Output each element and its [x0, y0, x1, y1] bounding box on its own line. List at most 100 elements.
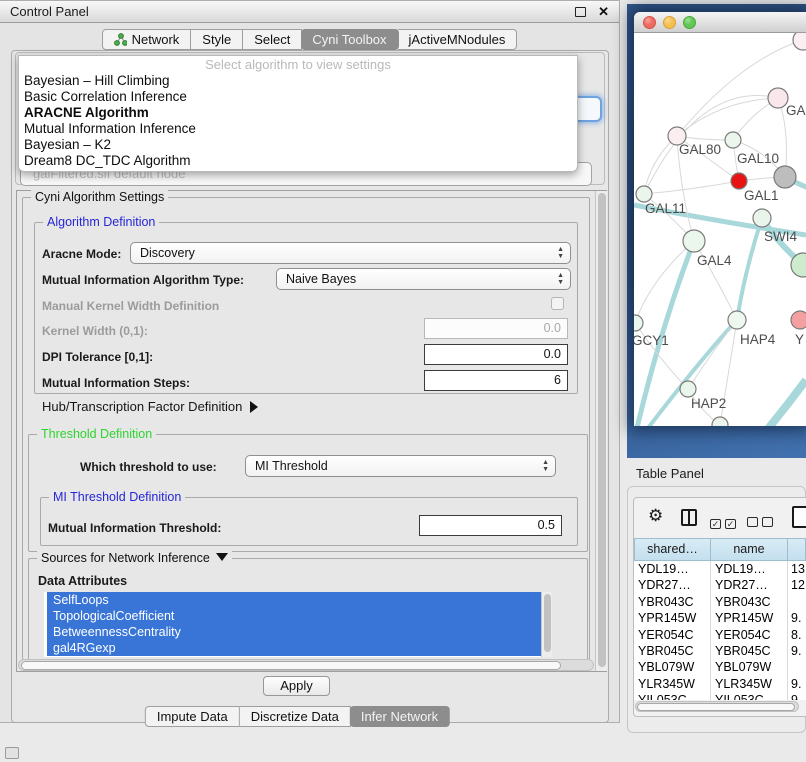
- network-edge[interactable]: [737, 218, 762, 320]
- tab-select[interactable]: Select: [243, 29, 302, 50]
- table-row[interactable]: YDR27…YDR27…12: [634, 577, 806, 593]
- table-row[interactable]: YBR045CYBR045C9.: [634, 643, 806, 659]
- control-panel-tabbar: NetworkStyleSelectCyni Toolbox jActiveMNo…: [102, 29, 518, 50]
- table-cell: 13: [788, 561, 806, 577]
- settings-vertical-scrollbar[interactable]: [595, 191, 607, 671]
- network-edge[interactable]: [644, 181, 739, 194]
- mi-steps-field[interactable]: 6: [424, 370, 568, 391]
- float-window-icon[interactable]: [575, 7, 586, 17]
- dpi-tolerance-label: DPI Tolerance [0,1]:: [42, 350, 153, 364]
- sources-expander[interactable]: Sources for Network Inference: [37, 551, 232, 565]
- close-traffic-light-icon[interactable]: [643, 16, 656, 29]
- network-node-hap2[interactable]: [680, 381, 696, 397]
- network-node-hap4[interactable]: [728, 311, 746, 329]
- network-node-gcy1[interactable]: [634, 315, 643, 331]
- window-title: Control Panel: [10, 4, 89, 19]
- table-cell: YDR27…: [711, 577, 788, 593]
- table-row[interactable]: YLR345WYLR345W9.: [634, 676, 806, 692]
- network-node-swi4[interactable]: [753, 209, 771, 227]
- network-node-gal10[interactable]: [725, 132, 741, 148]
- table-cell: YER054C: [711, 627, 788, 643]
- stepper-arrows-icon: ▲▼: [557, 272, 564, 286]
- network-node-gal4[interactable]: [683, 230, 705, 252]
- tab-impute-data[interactable]: Impute Data: [145, 706, 240, 727]
- columns-icon[interactable]: [681, 509, 697, 526]
- hide-columns-icon[interactable]: [747, 514, 777, 532]
- settings-horizontal-scrollbar[interactable]: [18, 659, 594, 671]
- algorithm-option[interactable]: Basic Correlation Inference: [19, 89, 577, 105]
- gear-icon[interactable]: ⚙: [648, 506, 663, 526]
- attribute-list-item[interactable]: TopologicalCoefficient: [47, 608, 552, 624]
- table-row[interactable]: YPR145WYPR145W9.: [634, 610, 806, 626]
- mi-type-label: Mutual Information Algorithm Type:: [42, 273, 244, 287]
- zoom-traffic-light-icon[interactable]: [683, 16, 696, 29]
- network-edge[interactable]: [635, 241, 694, 323]
- algorithm-option[interactable]: ARACNE Algorithm: [19, 105, 577, 121]
- tab-jactivemnodules[interactable]: jActiveMNodules: [398, 29, 518, 50]
- table-cell: YIL053C: [634, 692, 711, 700]
- table-row[interactable]: YBL079WYBL079W: [634, 659, 806, 675]
- aracne-mode-combo[interactable]: Discovery ▲▼: [130, 242, 571, 264]
- attribute-list-item[interactable]: BetweennessCentrality: [47, 624, 552, 640]
- network-node-y[interactable]: [791, 311, 806, 329]
- table-body: YDL19…YDL19…13YDR27…YDR27…12YBR043CYBR04…: [634, 561, 806, 700]
- dpi-tolerance-field[interactable]: 0.0: [424, 344, 568, 365]
- kernel-width-field[interactable]: 0.0: [424, 318, 568, 339]
- table-cell: 12: [788, 577, 806, 593]
- sources-title: Sources for Network Inference: [41, 551, 210, 565]
- tab-discretize-data[interactable]: Discretize Data: [240, 706, 351, 727]
- table-cell: YDL19…: [634, 561, 711, 577]
- minimize-traffic-light-icon[interactable]: [663, 16, 676, 29]
- close-icon[interactable]: ✕: [598, 5, 609, 18]
- table-cell: YDL19…: [711, 561, 788, 577]
- new-table-icon[interactable]: [792, 506, 806, 528]
- network-canvas[interactable]: GALGAL80GAL10GAL1GAL11SWI4GAL4GCY1HAP4YH…: [634, 33, 806, 426]
- tab-label: jActiveMNodules: [409, 32, 506, 47]
- column-header-shared[interactable]: shared…: [634, 538, 711, 561]
- network-node-gal11[interactable]: [636, 186, 652, 202]
- hub-definition-expander[interactable]: Hub/Transcription Factor Definition: [42, 399, 258, 414]
- mi-algorithm-type-combo[interactable]: Naive Bayes ▲▼: [276, 268, 571, 290]
- table-row[interactable]: YER054CYER054C8.: [634, 627, 806, 643]
- attribute-list-item[interactable]: gal4RGexp: [47, 640, 552, 656]
- network-node[interactable]: [712, 417, 728, 426]
- expand-right-icon: [250, 401, 258, 413]
- screen: { "window": { "title": "Control Panel" }…: [0, 0, 806, 762]
- manual-kernel-checkbox[interactable]: [551, 297, 564, 310]
- which-threshold-combo[interactable]: MI Threshold ▲▼: [245, 455, 556, 477]
- tab-style[interactable]: Style: [191, 29, 243, 50]
- column-header[interactable]: [788, 538, 806, 561]
- attribute-list-item[interactable]: SelfLoops: [47, 592, 552, 608]
- mi-threshold-field[interactable]: 0.5: [419, 515, 562, 536]
- list-vertical-scrollbar[interactable]: [541, 592, 552, 657]
- network-edge[interactable]: [688, 320, 737, 389]
- column-header-name[interactable]: name: [711, 538, 788, 561]
- node-label: GAL1: [744, 188, 779, 203]
- table-cell: YBR043C: [711, 594, 788, 610]
- table-row[interactable]: YBR043CYBR043C: [634, 594, 806, 610]
- table-horizontal-scrollbar[interactable]: [635, 701, 799, 712]
- tab-network[interactable]: Network: [102, 29, 192, 50]
- table-cell: 9.: [788, 643, 806, 659]
- node-label: GAL10: [737, 151, 779, 166]
- table-cell: YLR345W: [634, 676, 711, 692]
- tab-infer-network[interactable]: Infer Network: [350, 706, 450, 727]
- data-attributes-list[interactable]: SelfLoopsTopologicalCoefficientBetweenne…: [44, 592, 552, 657]
- apply-button[interactable]: Apply: [263, 676, 330, 696]
- network-node[interactable]: [793, 33, 806, 50]
- algorithm-option[interactable]: Bayesian – K2: [19, 137, 577, 153]
- algorithm-option[interactable]: Mutual Information Inference: [19, 121, 577, 137]
- network-node-gal1[interactable]: [731, 173, 747, 189]
- show-columns-icon[interactable]: ✓✓: [710, 514, 740, 532]
- network-node-gal[interactable]: [768, 88, 788, 108]
- algorithm-option[interactable]: Dream8 DC_TDC Algorithm: [19, 153, 577, 169]
- mi-type-value: Naive Bayes: [286, 272, 356, 286]
- network-edge[interactable]: [752, 380, 806, 426]
- table-row[interactable]: YDL19…YDL19…13: [634, 561, 806, 577]
- algorithm-option[interactable]: Bayesian – Hill Climbing: [19, 73, 577, 89]
- network-edge[interactable]: [677, 98, 778, 136]
- table-row[interactable]: YIL053CYIL053C9.: [634, 692, 806, 700]
- network-node[interactable]: [774, 166, 796, 188]
- tab-cyni-toolbox[interactable]: Cyni Toolbox: [301, 29, 398, 50]
- collapsed-panel-icon[interactable]: [5, 747, 19, 759]
